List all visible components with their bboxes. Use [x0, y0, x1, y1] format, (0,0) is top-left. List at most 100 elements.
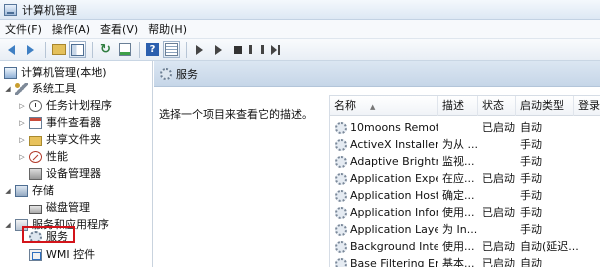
tree-item-label: 设备管理器 [46, 167, 101, 180]
restart-service-icon[interactable] [267, 41, 284, 58]
tree-item-performance[interactable]: ▷ 性能 [18, 149, 68, 165]
start-service-icon[interactable] [191, 41, 208, 58]
disk-icon [29, 204, 42, 214]
tree-item-label: 性能 [46, 150, 68, 163]
service-description: 为 In... [442, 223, 478, 236]
service-startup: 手动 [520, 172, 542, 185]
tree-item-root[interactable]: 计算机管理(本地) [4, 65, 107, 81]
export-list-icon[interactable] [116, 41, 133, 58]
service-description: 在应... [442, 172, 475, 185]
service-description: 确定... [442, 189, 475, 202]
service-startup: 自动 [520, 257, 542, 267]
service-startup: 自动(延迟... [520, 240, 579, 253]
tree-item-device-manager[interactable]: 设备管理器 [29, 166, 101, 182]
gear-icon [160, 67, 172, 80]
device-manager-icon [29, 168, 42, 180]
back-arrow-icon[interactable] [3, 41, 20, 58]
performance-icon [29, 151, 42, 163]
table-row[interactable]: Application Laye... 为 In... 手动 [330, 222, 600, 238]
tree-item-disk-management[interactable]: 磁盘管理 [29, 200, 90, 216]
tree-item-label: 磁盘管理 [46, 201, 90, 214]
computer-icon [4, 67, 17, 79]
service-startup: 手动 [520, 155, 542, 168]
collapse-icon[interactable]: ◢ [4, 183, 12, 199]
tree-item-event-viewer[interactable]: ▷ 事件查看器 [18, 115, 101, 131]
service-startup: 手动 [520, 189, 542, 202]
service-name: Adaptive Brightn... [350, 155, 438, 168]
service-description: 使用... [442, 240, 475, 253]
service-description [438, 120, 478, 136]
service-startup: 手动 [520, 223, 542, 236]
service-description: 基本... [442, 257, 475, 267]
service-status: 已启动 [482, 172, 515, 185]
expand-icon[interactable]: ▷ [18, 149, 26, 165]
table-row[interactable]: ActiveX Installer ... 为从 ... 手动 [330, 137, 600, 153]
table-row[interactable]: Background Inte... 使用... 已启动 自动(延迟... [330, 239, 600, 255]
services-list: 名称 ▲ 描述 状态 启动类型 登录 10moons Remot... 已启动 … [329, 95, 600, 267]
service-startup: 自动 [520, 121, 542, 134]
refresh-icon[interactable] [97, 41, 114, 58]
expand-icon[interactable]: ▷ [18, 98, 26, 114]
window-title: 计算机管理 [22, 3, 77, 17]
description-placeholder: 选择一个项目来查看它的描述。 [159, 108, 313, 121]
menu-action[interactable]: 操作(A) [47, 20, 95, 39]
table-row[interactable]: 10moons Remot... 已启动 自动 [330, 120, 600, 136]
table-row[interactable]: Application Expe... 在应... 已启动 手动 [330, 171, 600, 187]
service-name: ActiveX Installer ... [350, 138, 438, 151]
tree-item-label: 共享文件夹 [46, 133, 101, 146]
toolbar-separator [45, 41, 46, 58]
stop-service-icon[interactable] [229, 41, 246, 58]
tree-item-label: 计算机管理(本地) [21, 66, 107, 79]
help-icon[interactable] [144, 41, 161, 58]
service-name: Application Host ... [350, 189, 438, 202]
service-status: 已启动 [482, 206, 515, 219]
service-name: Base Filtering En... [350, 257, 438, 267]
shared-folder-icon [29, 135, 42, 146]
toolbar [0, 39, 600, 61]
table-row[interactable]: Application Infor... 使用... 已启动 手动 [330, 205, 600, 221]
collapse-icon[interactable]: ◢ [4, 81, 12, 97]
menu-file[interactable]: 文件(F) [0, 20, 47, 39]
storage-icon [15, 185, 28, 197]
menu-view[interactable]: 查看(V) [95, 20, 143, 39]
column-logon[interactable]: 登录 [574, 96, 600, 116]
column-description[interactable]: 描述 [438, 96, 478, 116]
service-status: 已启动 [482, 240, 515, 253]
column-name[interactable]: 名称 ▲ [330, 96, 438, 116]
tree-item-wmi[interactable]: WMI 控件 [29, 247, 95, 263]
folder-up-icon[interactable] [50, 41, 67, 58]
event-log-icon [29, 117, 42, 129]
title-bar: 计算机管理 [0, 0, 600, 20]
tree-item-label: 任务计划程序 [46, 99, 112, 112]
service-description: 监视... [442, 155, 475, 168]
service-status [478, 137, 516, 153]
expand-icon[interactable]: ▷ [18, 132, 26, 148]
menu-bar: 文件(F) 操作(A) 查看(V) 帮助(H) [0, 20, 600, 39]
properties-icon[interactable] [163, 41, 180, 58]
tree-item-shared-folders[interactable]: ▷ 共享文件夹 [18, 132, 101, 148]
service-description: 使用... [442, 206, 475, 219]
service-startup: 手动 [520, 206, 542, 219]
table-row[interactable]: Adaptive Brightn... 监视... 手动 [330, 154, 600, 170]
expand-icon[interactable]: ▷ [18, 115, 26, 131]
table-row[interactable]: Base Filtering En... 基本... 已启动 自动 [330, 256, 600, 267]
tree-item-task-scheduler[interactable]: ▷ 任务计划程序 [18, 98, 112, 114]
tree-item-storage[interactable]: ◢ 存储 [4, 183, 54, 199]
service-name: Application Laye... [350, 223, 438, 236]
service-name: Application Expe... [350, 172, 438, 185]
collapse-icon[interactable]: ◢ [4, 217, 12, 233]
table-row[interactable]: Application Host ... 确定... 手动 [330, 188, 600, 204]
service-status: 已启动 [482, 257, 515, 267]
column-status[interactable]: 状态 [478, 96, 516, 116]
menu-help[interactable]: 帮助(H) [143, 20, 192, 39]
forward-arrow-icon[interactable] [22, 41, 39, 58]
start-service-alt-icon[interactable] [210, 41, 227, 58]
show-hide-tree-icon[interactable] [69, 41, 86, 58]
column-startup-type[interactable]: 启动类型 [516, 96, 574, 116]
tools-icon [15, 83, 28, 95]
list-header: 名称 ▲ 描述 状态 启动类型 登录 [330, 96, 600, 116]
toolbar-separator [186, 41, 187, 58]
tree-item-system-tools[interactable]: ◢ 系统工具 [4, 81, 76, 97]
tree-item-label: 系统工具 [32, 82, 76, 95]
pause-service-icon[interactable] [248, 41, 265, 58]
